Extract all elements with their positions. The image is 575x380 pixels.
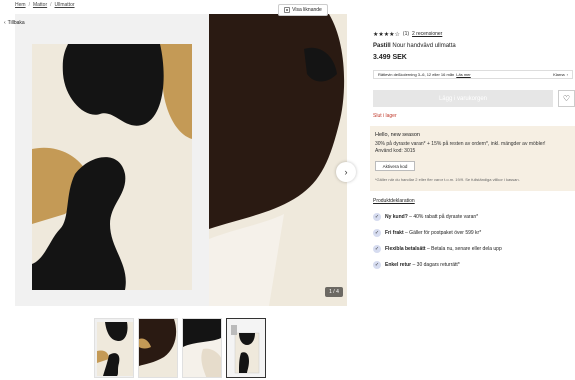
promo-text: 30% på dyraste varan* + 15% på resten av… <box>375 141 570 155</box>
reviews-link[interactable]: 2 recensioner <box>412 31 442 37</box>
thumbnail-2[interactable] <box>138 318 178 378</box>
product-info: ★★★★☆ (1) 2 recensioner Pastill Nour han… <box>373 30 575 61</box>
usp-desc: – Gäller för postpaket över 599 kr* <box>403 230 482 236</box>
product-name: Nour handvävd ullmatta <box>392 43 456 49</box>
thumbnail-rug-front <box>97 322 133 376</box>
usp-desc: – 40% rabatt på dyraste varan* <box>407 214 479 220</box>
check-icon: ✓ <box>373 229 381 237</box>
product-image-closeup[interactable] <box>209 14 347 306</box>
check-icon: ✓ <box>373 245 381 253</box>
chevron-right-icon: › <box>566 72 568 77</box>
usp-name: Enkel retur <box>385 262 412 268</box>
back-button[interactable]: ‹ Tillbaka <box>4 20 25 26</box>
product-title: Pastill Nour handvävd ullmatta <box>373 43 575 49</box>
check-icon: ✓ <box>373 261 381 269</box>
usp-item: ✓ Fri frakt – Gäller för postpaket över … <box>373 225 575 241</box>
payment-provider: Klarna › <box>553 72 568 77</box>
activate-code-button[interactable]: Aktivera kod <box>375 161 415 171</box>
usp-list: ✓ Ny kund? – 40% rabatt på dyraste varan… <box>373 209 575 273</box>
usp-item: ✓ Flexibla betalsätt – Betala nu, senare… <box>373 241 575 257</box>
thumbnail-rug-texture <box>183 319 221 377</box>
check-icon: ✓ <box>373 213 381 221</box>
rug-closeup-illustration <box>209 14 347 306</box>
read-more-link[interactable]: Läs mer <box>456 72 470 77</box>
promo-line-2: Använd kod: 3015 <box>375 147 416 154</box>
usp-item: ✓ Enkel retur – 30 dagars returrätt* <box>373 257 575 273</box>
rug-illustration <box>32 44 192 290</box>
chevron-left-icon: ‹ <box>4 20 6 26</box>
star-rating-icon: ★★★★☆ <box>373 31 400 38</box>
promo-title: Hello, new season <box>375 132 420 138</box>
thumbnail-strip <box>94 318 266 378</box>
breadcrumb-separator: / <box>50 2 52 8</box>
breadcrumb-ullmattor[interactable]: Ullmattor <box>55 2 75 8</box>
gallery-next-button[interactable]: › <box>336 162 356 182</box>
thumbnail-rug-room <box>227 319 265 377</box>
breadcrumb-home[interactable]: Hem <box>15 2 26 8</box>
heart-icon: ♡ <box>562 94 571 103</box>
breadcrumb-separator: / <box>28 2 30 8</box>
usp-name: Ny kund? <box>385 214 408 220</box>
promo-note: *Gäller när du handlar 2 eller fler varo… <box>375 176 520 182</box>
add-to-cart-button[interactable]: Lägg i varukorgen <box>373 90 553 107</box>
promo-box: Hello, new season 30% på dyraste varan* … <box>370 126 575 191</box>
breadcrumb-mattor[interactable]: Mattor <box>33 2 47 8</box>
usp-desc: – Betala nu, senare eller dela upp <box>425 246 502 252</box>
product-details-link[interactable]: Produktdeklaration <box>373 198 415 204</box>
back-label: Tillbaka <box>7 20 25 26</box>
payment-provider-label: Klarna <box>553 72 565 77</box>
show-similar-label: Visa liknande <box>292 7 322 13</box>
thumbnail-4[interactable] <box>226 318 266 378</box>
gallery-counter: 1 / 4 <box>325 287 343 297</box>
product-image-main[interactable] <box>15 14 209 306</box>
stock-status: Slut i lager <box>373 113 397 119</box>
promo-line-1: 30% på dyraste varan* + 15% på resten av… <box>375 141 546 147</box>
thumbnail-rug-closeup <box>139 319 177 377</box>
payment-info-bar: Rätlevin deßkolerning 3–6, 12 eller 16 m… <box>373 70 573 79</box>
chevron-right-icon: › <box>344 167 348 177</box>
product-brand[interactable]: Pastill <box>373 43 391 49</box>
usp-desc: – 30 dagars returrätt* <box>411 262 460 268</box>
product-gallery[interactable] <box>15 14 347 306</box>
payment-info-text: Rätlevin deßkolerning 3–6, 12 eller 16 m… <box>378 72 455 77</box>
usp-name: Fri frakt <box>385 230 404 236</box>
usp-item: ✓ Ny kund? – 40% rabatt på dyraste varan… <box>373 209 575 225</box>
rating-count: (1) <box>402 31 410 37</box>
favorite-button[interactable]: ♡ <box>558 90 575 107</box>
rating-row: ★★★★☆ (1) 2 recensioner <box>373 30 575 38</box>
thumbnail-3[interactable] <box>182 318 222 378</box>
image-search-icon <box>284 7 290 13</box>
show-similar-button[interactable]: Visa liknande <box>278 4 328 16</box>
thumbnail-1[interactable] <box>94 318 134 378</box>
breadcrumb: Hem / Mattor / Ullmattor <box>15 2 75 8</box>
usp-name: Flexibla betalsätt <box>385 246 426 252</box>
product-price: 3.499 SEK <box>373 54 407 61</box>
